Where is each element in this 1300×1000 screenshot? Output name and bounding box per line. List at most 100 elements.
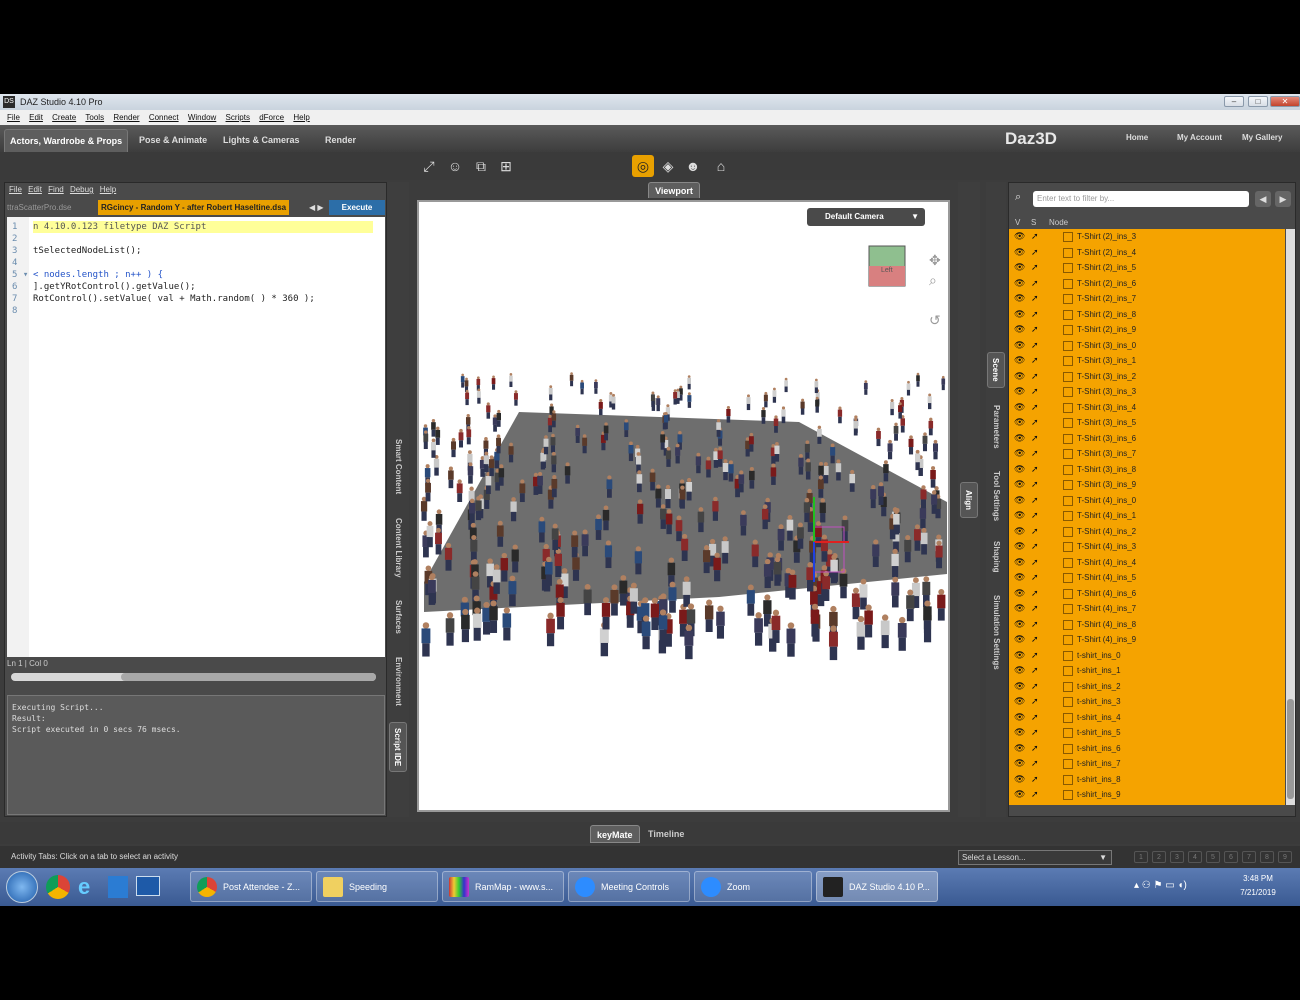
pointer-icon[interactable]: ➚ — [1031, 648, 1039, 663]
menu-edit[interactable]: Edit — [29, 113, 43, 122]
scene-node-row[interactable]: 👁 ➚ T-Shirt (4)_ins_5 — [1009, 570, 1285, 586]
eye-icon[interactable]: 👁 — [1014, 555, 1025, 570]
scene-node-row[interactable]: 👁 ➚ T-Shirt (4)_ins_4 — [1009, 555, 1285, 571]
scene-node-row[interactable]: 👁 ➚ T-Shirt (4)_ins_2 — [1009, 524, 1285, 540]
pointer-icon[interactable]: ➚ — [1031, 787, 1039, 802]
eye-icon[interactable]: 👁 — [1014, 384, 1025, 399]
pointer-icon[interactable]: ➚ — [1031, 632, 1039, 647]
tab-script-ide[interactable]: Script IDE — [389, 722, 407, 772]
pointer-icon[interactable]: ➚ — [1031, 741, 1039, 756]
start-button[interactable] — [6, 871, 38, 903]
scene-node-row[interactable]: 👁 ➚ T-Shirt (2)_ins_5 — [1009, 260, 1285, 276]
pointer-icon[interactable]: ➚ — [1031, 570, 1039, 585]
close-button[interactable]: ✕ — [1270, 96, 1300, 107]
lesson-page[interactable]: 8 — [1260, 851, 1274, 863]
tab-keymate[interactable]: keyMate — [590, 825, 640, 843]
pointer-icon[interactable]: ➚ — [1031, 260, 1039, 275]
eye-icon[interactable]: 👁 — [1014, 539, 1025, 554]
scene-node-row[interactable]: 👁 ➚ T-Shirt (2)_ins_8 — [1009, 307, 1285, 323]
eye-icon[interactable]: 👁 — [1014, 229, 1025, 244]
eye-icon[interactable]: 👁 — [1014, 632, 1025, 647]
pointer-icon[interactable]: ➚ — [1031, 229, 1039, 244]
menu-dforce[interactable]: dForce — [259, 113, 284, 122]
ide-menu-find[interactable]: Find — [48, 185, 64, 194]
zoom-icon[interactable]: ⌕ — [929, 272, 937, 289]
tab-tool-settings[interactable]: Tool Settings — [987, 462, 1005, 530]
viewport[interactable]: Left Default Camera ▼ ⌕ ✥ ↺ — [417, 200, 950, 812]
group-tool-icon[interactable]: ⧉ — [470, 155, 492, 177]
scene-node-row[interactable]: 👁 ➚ t-shirt_ins_7 — [1009, 756, 1285, 772]
eye-icon[interactable]: 👁 — [1014, 756, 1025, 771]
lesson-page[interactable]: 4 — [1188, 851, 1202, 863]
scene-node-row[interactable]: 👁 ➚ T-Shirt (2)_ins_4 — [1009, 245, 1285, 261]
scene-node-row[interactable]: 👁 ➚ T-Shirt (4)_ins_7 — [1009, 601, 1285, 617]
scene-node-row[interactable]: 👁 ➚ T-Shirt (4)_ins_0 — [1009, 493, 1285, 509]
menu-window[interactable]: Window — [188, 113, 216, 122]
prev-filter-button[interactable]: ◀ — [1255, 191, 1271, 207]
taskbar-item-folder[interactable]: Speeding — [316, 871, 438, 902]
eye-icon[interactable]: 👁 — [1014, 477, 1025, 492]
pointer-icon[interactable]: ➚ — [1031, 694, 1039, 709]
pointer-icon[interactable]: ➚ — [1031, 710, 1039, 725]
pointer-icon[interactable]: ➚ — [1031, 400, 1039, 415]
taskbar-item-chrome[interactable]: Post Attendee - Z... — [190, 871, 312, 902]
scene-node-row[interactable]: 👁 ➚ T-Shirt (3)_ins_6 — [1009, 431, 1285, 447]
scene-node-row[interactable]: 👁 ➚ T-Shirt (3)_ins_0 — [1009, 338, 1285, 354]
maximize-button[interactable]: □ — [1248, 96, 1268, 107]
file-tab-active[interactable]: RGcincy - Random Y - after Robert Haselt… — [98, 200, 290, 215]
scene-node-row[interactable]: 👁 ➚ t-shirt_ins_1 — [1009, 663, 1285, 679]
pointer-icon[interactable]: ➚ — [1031, 772, 1039, 787]
tab-viewport[interactable]: Viewport — [648, 182, 700, 198]
link-my-gallery[interactable]: My Gallery — [1242, 133, 1282, 142]
taskbar-item-meeting-controls[interactable]: Meeting Controls — [568, 871, 690, 902]
pointer-icon[interactable]: ➚ — [1031, 446, 1039, 461]
scene-node-row[interactable]: 👁 ➚ T-Shirt (4)_ins_8 — [1009, 617, 1285, 633]
eye-icon[interactable]: 👁 — [1014, 725, 1025, 740]
pointer-icon[interactable]: ➚ — [1031, 415, 1039, 430]
pointer-icon[interactable]: ➚ — [1031, 679, 1039, 694]
scene-node-row[interactable]: 👁 ➚ t-shirt_ins_6 — [1009, 741, 1285, 757]
pan-icon[interactable]: ✥ — [929, 252, 941, 269]
scene-node-row[interactable]: 👁 ➚ T-Shirt (3)_ins_9 — [1009, 477, 1285, 493]
pointer-icon[interactable]: ➚ — [1031, 524, 1039, 539]
system-clock[interactable]: 3:48 PM 7/21/2019 — [1228, 872, 1288, 900]
ide-menu-help[interactable]: Help — [100, 185, 116, 194]
eye-icon[interactable]: 👁 — [1014, 679, 1025, 694]
pointer-icon[interactable]: ➚ — [1031, 725, 1039, 740]
tab-content-library[interactable]: Content Library — [389, 512, 407, 584]
eye-icon[interactable]: 👁 — [1014, 493, 1025, 508]
eye-icon[interactable]: 👁 — [1014, 586, 1025, 601]
eye-icon[interactable]: 👁 — [1014, 787, 1025, 802]
header-visible[interactable]: V — [1015, 217, 1020, 229]
scene-node-row[interactable]: 👁 ➚ T-Shirt (3)_ins_2 — [1009, 369, 1285, 385]
eye-icon[interactable]: 👁 — [1014, 369, 1025, 384]
tab-scene[interactable]: Scene — [987, 352, 1005, 388]
scene-node-row[interactable]: 👁 ➚ T-Shirt (4)_ins_6 — [1009, 586, 1285, 602]
scene-node-row[interactable]: 👁 ➚ T-Shirt (3)_ins_8 — [1009, 462, 1285, 478]
eye-icon[interactable]: 👁 — [1014, 462, 1025, 477]
surface-tool-icon[interactable]: ◈ — [657, 155, 679, 177]
ide-menu-edit[interactable]: Edit — [28, 185, 42, 194]
pointer-icon[interactable]: ➚ — [1031, 245, 1039, 260]
eye-icon[interactable]: 👁 — [1014, 245, 1025, 260]
reset-view-icon[interactable]: ↺ — [929, 312, 941, 329]
tab-actors-wardrobe-props[interactable]: Actors, Wardrobe & Props — [4, 129, 129, 152]
pointer-icon[interactable]: ➚ — [1031, 663, 1039, 678]
tab-environment[interactable]: Environment — [389, 650, 407, 712]
scene-node-row[interactable]: 👁 ➚ T-Shirt (2)_ins_6 — [1009, 276, 1285, 292]
next-filter-button[interactable]: ▶ — [1275, 191, 1291, 207]
eye-icon[interactable]: 👁 — [1014, 524, 1025, 539]
menu-tools[interactable]: Tools — [85, 113, 104, 122]
menu-create[interactable]: Create — [52, 113, 76, 122]
file-tab-scatter[interactable]: ttraScatterPro.dse — [7, 200, 71, 215]
taskbar-item-zoom[interactable]: Zoom — [694, 871, 812, 902]
tab-lights-cameras[interactable]: Lights & Cameras — [218, 129, 305, 152]
tab-surfaces[interactable]: Surfaces — [389, 592, 407, 642]
tab-render[interactable]: Render — [320, 129, 361, 152]
scene-node-row[interactable]: 👁 ➚ T-Shirt (4)_ins_3 — [1009, 539, 1285, 555]
scene-node-row[interactable]: 👁 ➚ T-Shirt (3)_ins_3 — [1009, 384, 1285, 400]
scene-node-row[interactable]: 👁 ➚ T-Shirt (3)_ins_5 — [1009, 415, 1285, 431]
minimize-button[interactable]: – — [1224, 96, 1244, 107]
scene-node-row[interactable]: 👁 ➚ t-shirt_ins_4 — [1009, 710, 1285, 726]
pointer-icon[interactable]: ➚ — [1031, 431, 1039, 446]
